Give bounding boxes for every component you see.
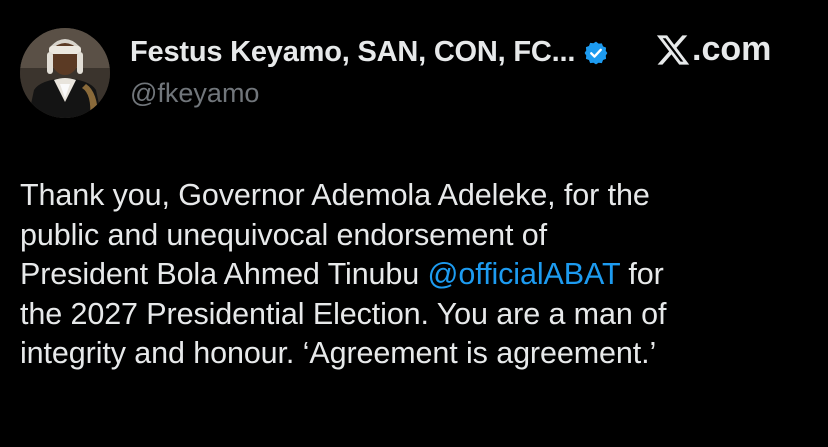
avatar[interactable] <box>20 28 110 118</box>
tweet-line: integrity and honour. ‘Agreement is agre… <box>20 336 657 370</box>
display-name[interactable]: Festus Keyamo, SAN, CON, FC... <box>130 36 575 69</box>
x-logo-icon <box>655 32 691 68</box>
mention-link[interactable]: @officialABAT <box>428 257 621 291</box>
profile-photo <box>20 28 110 118</box>
tweet-line: Thank you, Governor Ademola Adeleke, for… <box>20 178 650 212</box>
author-name-row[interactable]: Festus Keyamo, SAN, CON, FC... <box>130 36 609 69</box>
tweet-line: public and unequivocal endorsement of <box>20 217 548 252</box>
author-handle[interactable]: @fkeyamo <box>130 78 259 109</box>
brand-domain-label: .com <box>692 30 772 68</box>
tweet-line-text: for <box>619 257 664 291</box>
verified-badge-icon <box>583 40 609 66</box>
tweet-line: the 2027 Presidential Election. You are … <box>20 296 667 331</box>
tweet-text: Thank you, Governor Ademola Adeleke, for… <box>20 176 810 374</box>
tweet-card: Festus Keyamo, SAN, CON, FC... @fkeyamo … <box>0 0 828 447</box>
brand-watermark: .com <box>655 30 771 69</box>
tweet-line: President Bola Ahmed Tinubu @officialABA… <box>20 255 810 295</box>
tweet-line-text: President Bola Ahmed Tinubu <box>20 257 428 291</box>
